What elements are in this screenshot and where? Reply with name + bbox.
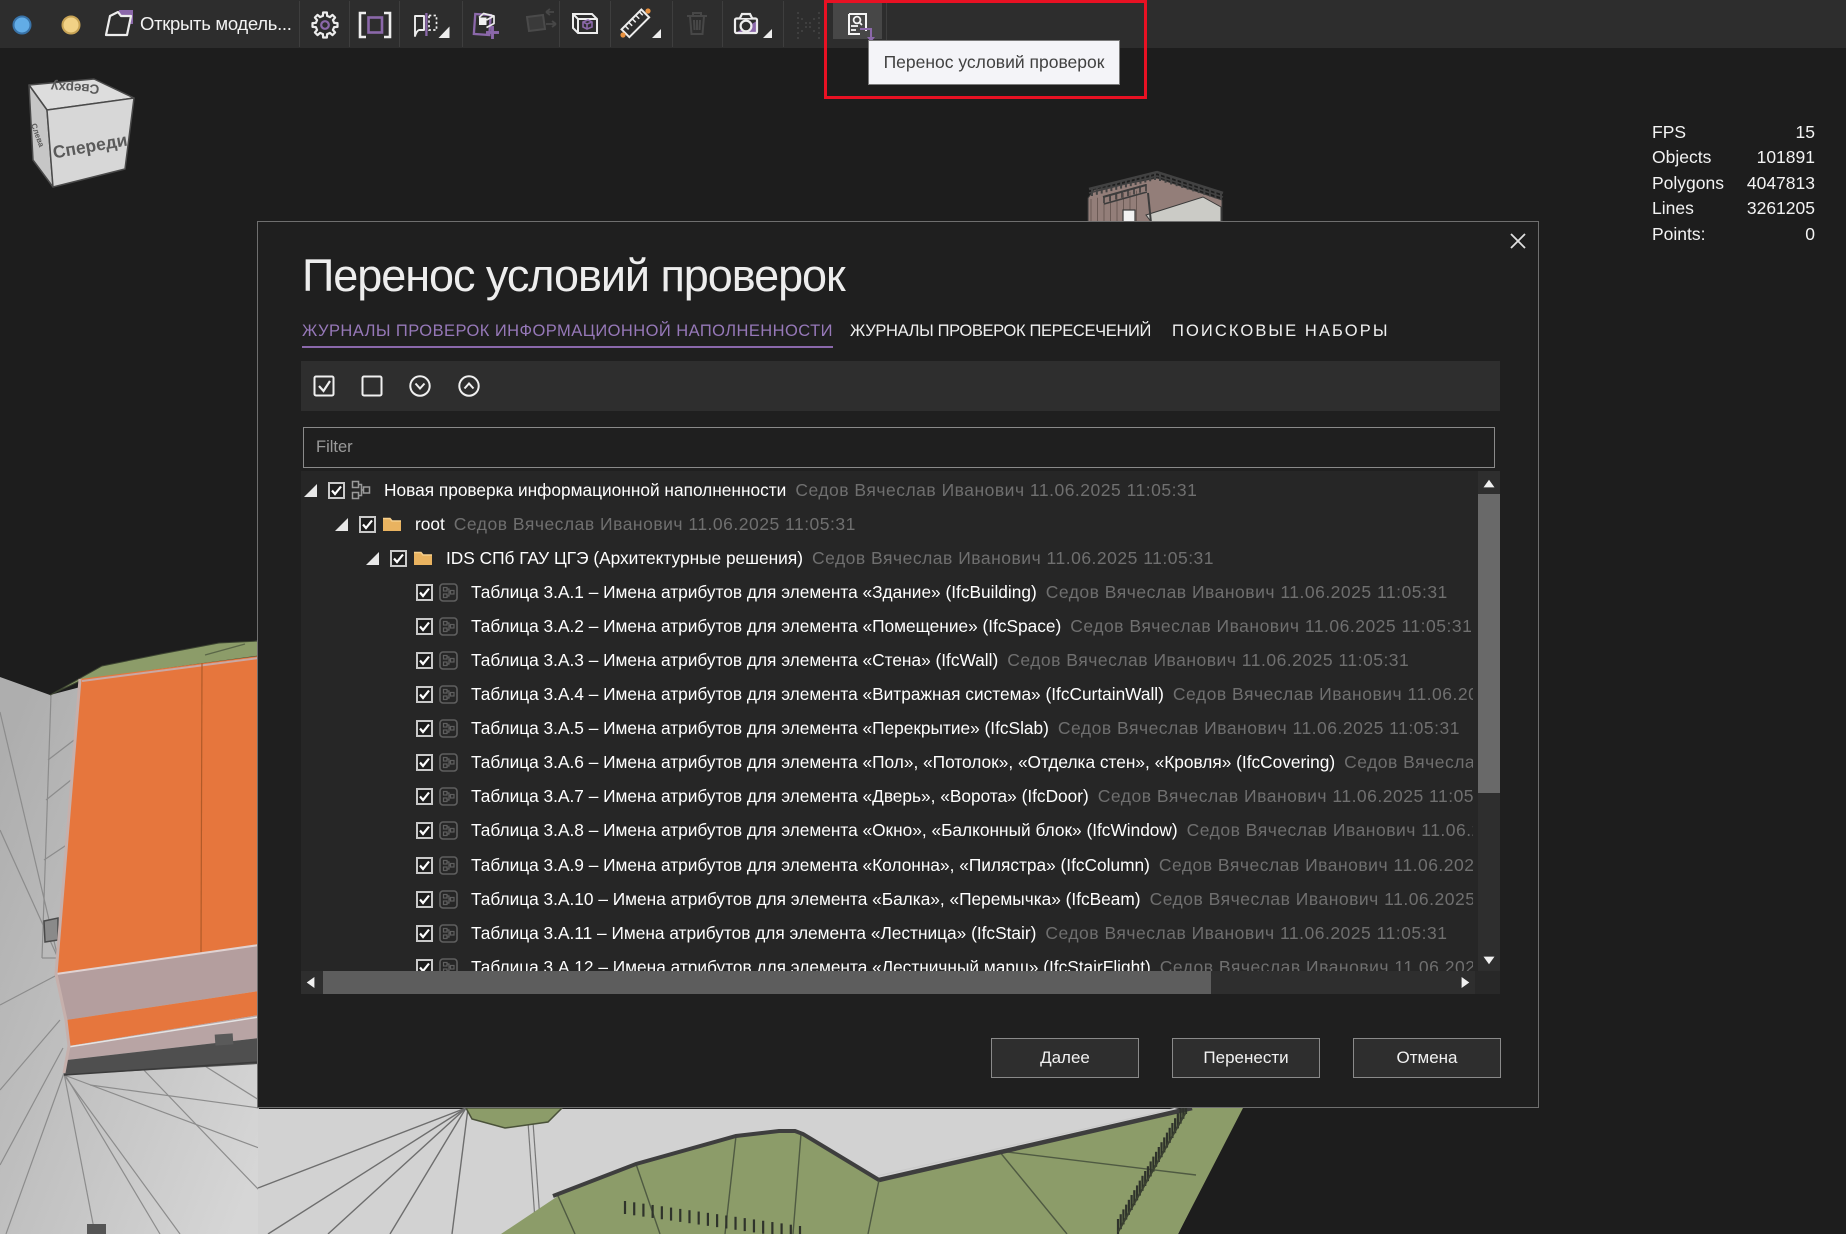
svg-text:Сверху: Сверху bbox=[50, 79, 100, 97]
